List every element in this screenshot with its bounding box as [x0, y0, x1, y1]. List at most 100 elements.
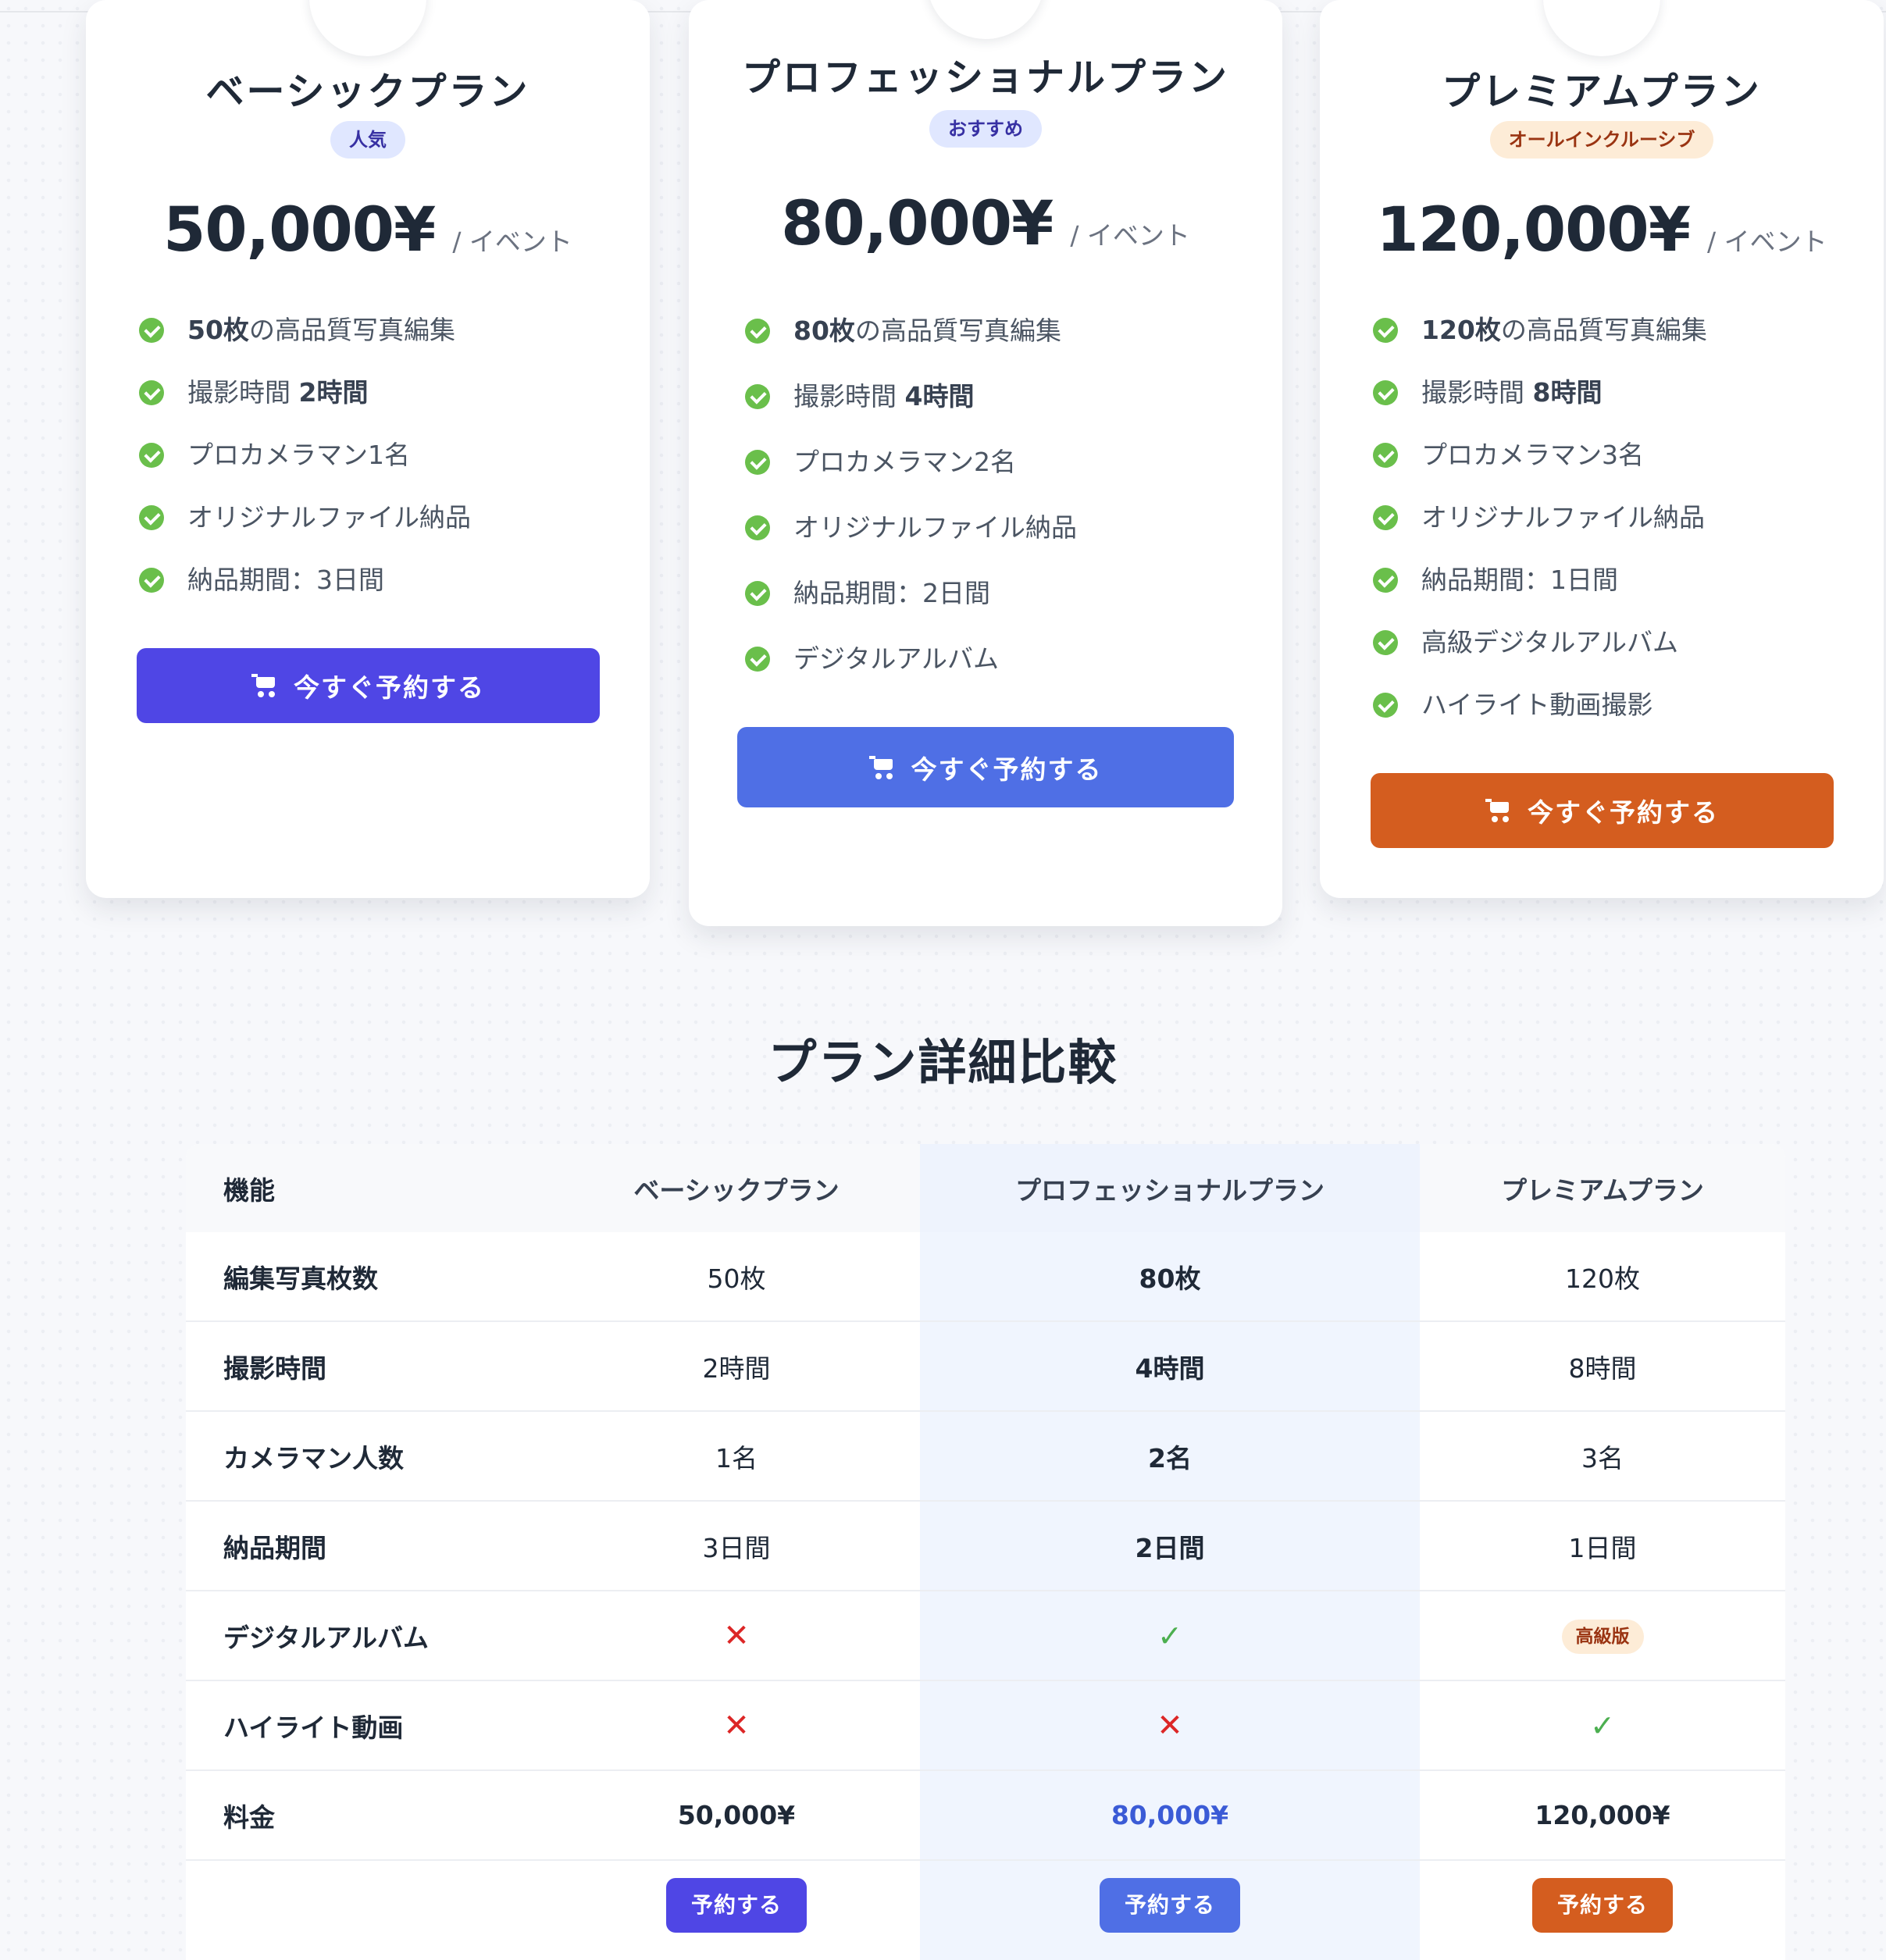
feature-label: 料金 [223, 1801, 275, 1833]
table-row: 撮影時間 2時間 4時間 8時間 [186, 1321, 1785, 1411]
checkmark-icon: ✓ [1590, 1708, 1615, 1743]
plan-badge: 人気 [330, 121, 405, 159]
book-now-button-professional[interactable]: 今すぐ予約する [737, 727, 1234, 807]
book-button-professional[interactable]: 予約する [1099, 1877, 1240, 1933]
plan-badge: オールインクルーシブ [1489, 121, 1714, 159]
price-highlight: 80,000¥ [1111, 1800, 1229, 1830]
cell-basic: ✕ [553, 1680, 920, 1770]
cell-basic: 予約する [553, 1860, 920, 1949]
book-button-premium[interactable]: 予約する [1531, 1877, 1673, 1933]
feature-label: ハイライト動画 [223, 1712, 404, 1743]
plan-price-unit: / イベント [452, 226, 572, 257]
plan-feature: プロカメラマン3名 [1373, 424, 1707, 486]
table-header-row: 機能 ベーシックプラン プロフェッショナルプラン プレミアムプラン [186, 1144, 1785, 1232]
plan-feature: オリジナルファイル納品 [745, 495, 1077, 561]
cell-basic: ✕ [553, 1591, 920, 1680]
plan-feature: 撮影時間 8時間 [1373, 362, 1707, 424]
plan-feature: プロカメラマン1名 [139, 424, 471, 486]
feature-label: 納品期間 [223, 1532, 326, 1563]
table-row: 納品期間 3日間 2日間 1日間 [186, 1501, 1785, 1591]
plan-feature: 撮影時間 2時間 [139, 362, 471, 424]
comparison-title: プラン詳細比較 [768, 1034, 1118, 1091]
plan-title: プレミアムプラン [1442, 69, 1762, 114]
check-circle-icon [1373, 568, 1398, 593]
plan-feature: 納品期間：2日間 [745, 561, 1077, 626]
table-row: 編集写真枚数 50枚 80枚 120枚 [186, 1232, 1785, 1321]
cell-basic: 3日間 [702, 1532, 771, 1563]
plan-feature: オリジナルファイル納品 [139, 486, 471, 549]
check-circle-icon [139, 380, 164, 405]
column-header-premium: プレミアムプラン [1501, 1174, 1704, 1206]
plan-price-unit: / イベント [1706, 226, 1827, 257]
plan-icon-circle [1543, 0, 1660, 56]
table-row: デジタルアルバム ✕ ✓ 高級版 [186, 1591, 1785, 1680]
plan-price: 120,000¥ [1376, 195, 1691, 265]
cell-basic: 2時間 [702, 1352, 771, 1384]
plan-icon-circle [927, 0, 1044, 39]
comparison-table-container: 機能 ベーシックプラン プロフェッショナルプラン プレミアムプラン 編集写真枚数… [186, 1144, 1785, 1960]
plan-icon-circle [309, 0, 426, 56]
check-circle-icon [745, 515, 770, 540]
cell-professional: 2名 [920, 1411, 1420, 1501]
table-row-actions: 予約する 予約する 予約する [186, 1860, 1785, 1949]
column-header-basic: ベーシックプラン [633, 1174, 840, 1206]
table-row: 料金 50,000¥ 80,000¥ 120,000¥ [186, 1770, 1785, 1860]
premium-album-badge: 高級版 [1561, 1619, 1644, 1654]
feature-label: デジタルアルバム [223, 1622, 430, 1653]
plan-feature: プロカメラマン2名 [745, 429, 1077, 495]
book-now-button-premium[interactable]: 今すぐ予約する [1371, 773, 1834, 848]
feature-label: 撮影時間 [223, 1352, 326, 1384]
table-row: カメラマン人数 1名 2名 3名 [186, 1411, 1785, 1501]
book-now-label: 今すぐ予約する [1528, 797, 1719, 828]
check-circle-icon [1373, 693, 1398, 718]
book-button-basic[interactable]: 予約する [665, 1877, 807, 1933]
cell-premium: 8時間 [1568, 1352, 1637, 1384]
cell-basic: 1名 [715, 1442, 758, 1474]
book-now-label: 今すぐ予約する [911, 754, 1103, 785]
checkmark-icon: ✓ [1157, 1618, 1182, 1653]
cell-professional: 2日間 [920, 1501, 1420, 1591]
cell-premium: 1日間 [1568, 1532, 1637, 1563]
column-header-feature: 機能 [223, 1174, 275, 1206]
x-mark-icon: ✕ [723, 1707, 750, 1744]
cell-premium: 120,000¥ [1535, 1800, 1670, 1830]
plan-feature: 納品期間：1日間 [1373, 549, 1707, 611]
cell-premium: ✓ [1420, 1680, 1785, 1770]
plan-feature: 120枚の高品質写真編集 [1373, 299, 1707, 362]
cell-professional: 80枚 [920, 1232, 1420, 1321]
table-row: ハイライト動画 ✕ ✕ ✓ [186, 1680, 1785, 1770]
empty-cell [186, 1860, 553, 1949]
plan-feature-list: 120枚の高品質写真編集 撮影時間 8時間 プロカメラマン3名 オリジナルファイ… [1373, 299, 1707, 736]
cell-professional: 80,000¥ [920, 1770, 1420, 1860]
plan-feature: ハイライト動画撮影 [1373, 674, 1707, 736]
check-circle-icon [139, 505, 164, 530]
plan-title: プロフェッショナルプラン [741, 55, 1229, 100]
plan-feature: 80枚の高品質写真編集 [745, 298, 1077, 364]
plan-title: ベーシックプラン [205, 69, 530, 114]
plan-card-premium: プレミアムプラン オールインクルーシブ 120,000¥ / イベント 120枚の… [1320, 0, 1884, 898]
check-circle-icon [139, 443, 164, 468]
plan-price: 80,000¥ [781, 189, 1054, 259]
check-circle-icon [1373, 630, 1398, 655]
plan-feature: 高級デジタルアルバム [1373, 611, 1707, 674]
plan-price-unit: / イベント [1070, 220, 1190, 251]
check-circle-icon [745, 450, 770, 475]
cell-professional: ✓ [920, 1591, 1420, 1680]
cart-icon [251, 674, 278, 697]
check-circle-icon [1373, 505, 1398, 530]
check-circle-icon [1373, 443, 1398, 468]
plan-card-professional: プロフェッショナルプラン おすすめ 80,000¥ / イベント 80枚の高品質写… [689, 0, 1282, 926]
check-circle-icon [745, 384, 770, 409]
cell-premium: 予約する [1420, 1860, 1785, 1949]
plan-feature: デジタルアルバム [745, 626, 1077, 692]
plan-feature: 納品期間：3日間 [139, 549, 471, 611]
column-header-professional: プロフェッショナルプラン [920, 1144, 1420, 1232]
cell-basic: 50枚 [707, 1263, 766, 1294]
cart-icon [1485, 799, 1512, 822]
plan-feature: オリジナルファイル納品 [1373, 486, 1707, 549]
x-mark-icon: ✕ [1157, 1707, 1183, 1744]
book-now-button-basic[interactable]: 今すぐ予約する [137, 648, 600, 723]
cell-basic: 50,000¥ [677, 1800, 796, 1830]
check-circle-icon [745, 581, 770, 606]
check-circle-icon [745, 647, 770, 672]
